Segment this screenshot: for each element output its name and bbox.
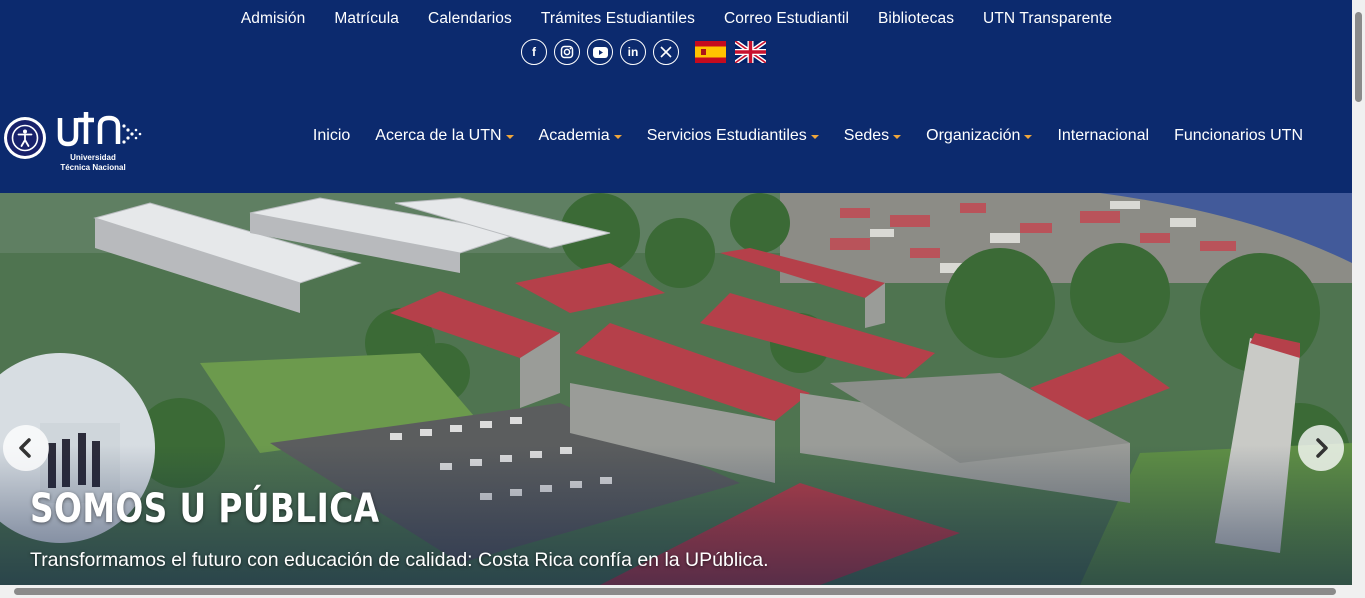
topbar-link-correo[interactable]: Correo Estudiantil bbox=[724, 10, 849, 28]
slider-prev-button[interactable] bbox=[3, 425, 49, 471]
nav-label: Inicio bbox=[312, 127, 351, 144]
facebook-icon[interactable]: f bbox=[521, 39, 547, 65]
uk-flag[interactable] bbox=[735, 41, 766, 63]
nav-label: Sedes bbox=[843, 127, 890, 144]
nav-label: Acerca de la UTN bbox=[375, 127, 502, 144]
page: Admisión Matrícula Calendarios Trámites … bbox=[0, 0, 1352, 585]
hero-slider: SOMOS U PÚBLICA Transformamos el futuro … bbox=[0, 193, 1352, 585]
topbar-link-calendarios[interactable]: Calendarios bbox=[428, 10, 512, 28]
vertical-scrollbar[interactable] bbox=[1352, 0, 1365, 585]
caret-down-icon bbox=[1024, 135, 1033, 139]
top-utility-nav: Admisión Matrícula Calendarios Trámites … bbox=[0, 0, 1352, 38]
chevron-left-icon bbox=[19, 438, 31, 458]
accessibility-icon bbox=[7, 120, 43, 156]
caret-down-icon bbox=[810, 135, 819, 139]
topbar-link-admision[interactable]: Admisión bbox=[241, 10, 306, 28]
nav-item-inicio[interactable]: Inicio bbox=[313, 127, 350, 145]
horizontal-scrollbar[interactable] bbox=[0, 585, 1365, 598]
youtube-icon[interactable] bbox=[587, 39, 613, 65]
nav-label: Servicios Estudiantiles bbox=[646, 127, 807, 144]
nav-item-sedes[interactable]: Sedes bbox=[843, 127, 902, 145]
caret-down-icon bbox=[613, 135, 622, 139]
logo-line-1: Universidad bbox=[70, 153, 116, 162]
main-navbar: Universidad Técnica Nacional Inicio Acer… bbox=[0, 100, 1352, 192]
topbar-link-matricula[interactable]: Matrícula bbox=[334, 10, 399, 28]
slider-next-button[interactable] bbox=[1298, 425, 1344, 471]
social-links: f in bbox=[521, 39, 766, 65]
vertical-scroll-thumb[interactable] bbox=[1355, 12, 1362, 102]
instagram-icon[interactable] bbox=[554, 39, 580, 65]
x-icon[interactable] bbox=[653, 39, 679, 65]
nav-label: Internacional bbox=[1057, 127, 1150, 144]
topbar-link-tramites[interactable]: Trámites Estudiantiles bbox=[541, 10, 695, 28]
linkedin-icon[interactable]: in bbox=[620, 39, 646, 65]
nav-label: Organización bbox=[926, 127, 1021, 144]
logo-caption: Universidad Técnica Nacional bbox=[56, 153, 130, 173]
horizontal-scroll-thumb[interactable] bbox=[14, 588, 1336, 595]
accessibility-button[interactable] bbox=[4, 117, 46, 159]
topbar-link-transparente[interactable]: UTN Transparente bbox=[983, 10, 1112, 28]
nav-item-organizacion[interactable]: Organización bbox=[926, 127, 1033, 145]
nav-item-funcionarios[interactable]: Funcionarios UTN bbox=[1174, 127, 1303, 145]
nav-item-academia[interactable]: Academia bbox=[539, 127, 622, 145]
topbar-link-bibliotecas[interactable]: Bibliotecas bbox=[878, 10, 954, 28]
nav-label: Funcionarios UTN bbox=[1174, 127, 1303, 144]
nav-item-servicios[interactable]: Servicios Estudiantiles bbox=[647, 127, 819, 145]
chevron-right-icon bbox=[1316, 438, 1328, 458]
main-menu: Inicio Acerca de la UTN Academia Servici… bbox=[313, 127, 1303, 145]
spain-flag[interactable] bbox=[695, 41, 726, 63]
hero-title: SOMOS U PÚBLICA bbox=[30, 486, 380, 532]
caret-down-icon bbox=[505, 135, 514, 139]
hero-subtitle: Transformamos el futuro con educación de… bbox=[30, 549, 769, 571]
nav-item-internacional[interactable]: Internacional bbox=[1057, 127, 1149, 145]
caret-down-icon bbox=[893, 135, 902, 139]
nav-label: Academia bbox=[538, 127, 610, 144]
logo-line-2: Técnica Nacional bbox=[60, 163, 126, 172]
nav-item-acerca[interactable]: Acerca de la UTN bbox=[375, 127, 514, 145]
